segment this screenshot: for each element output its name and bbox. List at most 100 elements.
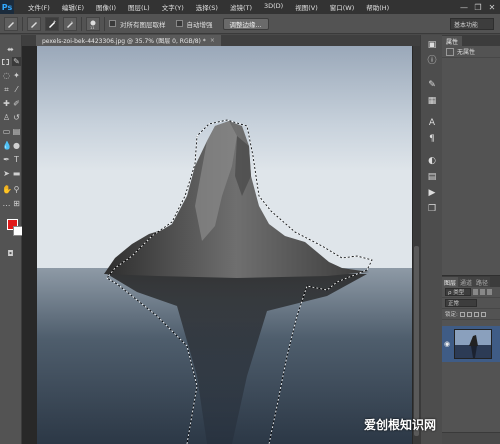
history-brush-tool-icon[interactable]: ↺: [12, 113, 21, 122]
canvas-vertical-scrollbar[interactable]: [413, 46, 420, 444]
auto-enhance-checkbox[interactable]: [175, 20, 183, 27]
eye-icon[interactable]: ◉: [442, 340, 452, 348]
document-tab[interactable]: pexels-zoi-bek-4423306.jpg @ 35.7% (图层 0…: [36, 35, 221, 46]
restore-button[interactable]: ❐: [472, 2, 484, 12]
tab-properties[interactable]: 属性: [442, 36, 463, 46]
menu-file[interactable]: 文件(F): [22, 2, 56, 12]
layer-filter-row: ρ 类型: [442, 287, 500, 298]
lock-all-icon[interactable]: [480, 311, 486, 317]
tools-panel: ⬌ ✎ ◌ ✦ ⌗ ⁄ ✚ ✐ ♙ ↺ ▭ ▤ 💧 ● ✒ T ➤ ▬ ✋ ⚲ …: [0, 35, 23, 444]
type-tool-icon[interactable]: T: [12, 155, 21, 164]
marquee-tool-icon[interactable]: [2, 59, 9, 65]
filter-adjustment-icon[interactable]: [480, 289, 485, 295]
healing-brush-tool-icon[interactable]: ✚: [2, 99, 11, 108]
quick-selection-tool-icon[interactable]: ✎: [12, 57, 21, 66]
dodge-tool-icon[interactable]: ●: [12, 141, 21, 150]
brush-tool-icon[interactable]: ✐: [12, 99, 21, 108]
workspace-select[interactable]: 基本功能: [450, 18, 494, 30]
path-selection-tool-icon[interactable]: ➤: [2, 169, 11, 178]
filter-type-icon[interactable]: [487, 289, 492, 295]
menu-window[interactable]: 窗口(W): [324, 2, 361, 12]
move-tool-icon[interactable]: ⬌: [6, 45, 15, 54]
separator: [22, 16, 23, 31]
quick-selection-preset-button[interactable]: [4, 16, 18, 31]
blend-mode-select[interactable]: 正常: [445, 299, 477, 307]
eraser-tool-icon[interactable]: ▭: [2, 127, 11, 136]
blend-mode-row: 正常: [442, 298, 500, 309]
menu-filter[interactable]: 滤镜(T): [224, 2, 258, 12]
paragraph-panel-icon[interactable]: ¶: [426, 133, 438, 145]
layers-panel-footer: [442, 432, 500, 444]
document-tab-title: pexels-zoi-bek-4423306.jpg @ 35.7% (图层 0…: [42, 38, 206, 45]
crop-tool-icon[interactable]: ⌗: [2, 85, 11, 94]
lasso-tool-icon[interactable]: ◌: [2, 71, 11, 80]
extras-tool-icon[interactable]: ⊞: [12, 199, 21, 208]
zoom-tool-icon[interactable]: ⚲: [12, 185, 21, 194]
menu-type[interactable]: 文字(Y): [156, 2, 190, 12]
adjustments-panel-icon[interactable]: ◐: [426, 155, 438, 167]
brush-panel-icon[interactable]: ✎: [426, 79, 438, 91]
lock-position-icon[interactable]: [473, 311, 479, 317]
refine-edge-button[interactable]: 调整边缘...: [222, 17, 269, 30]
eyedropper-tool-icon[interactable]: ⁄: [12, 85, 21, 94]
blur-tool-icon[interactable]: 💧: [2, 141, 12, 150]
menu-edit[interactable]: 编辑(E): [56, 2, 90, 12]
quick-mask-icon[interactable]: ◘: [6, 249, 15, 258]
menu-layer[interactable]: 图层(L): [122, 2, 156, 12]
brush-size-picker[interactable]: 11: [86, 16, 100, 31]
properties-header: 无属性: [442, 46, 500, 58]
actions-panel-icon[interactable]: ▶: [426, 187, 438, 199]
properties-tabs: 属性: [442, 35, 500, 46]
menu-image[interactable]: 图像(I): [90, 2, 122, 12]
image-canvas[interactable]: [37, 46, 412, 444]
layer-kind-filter[interactable]: ρ 类型: [445, 288, 471, 296]
sample-all-layers-label: 对所有图层取样: [120, 20, 166, 29]
separator: [81, 16, 82, 31]
photoshop-logo: Ps: [0, 0, 14, 14]
menu-help[interactable]: 帮助(H): [360, 2, 395, 12]
window-controls: — ❐ ✕: [458, 0, 498, 14]
layers-panel: 图层 通道 路径 ρ 类型 正常 锁定: ◉: [442, 275, 500, 444]
menu-3d[interactable]: 3D(D): [258, 2, 289, 12]
sample-all-layers-checkbox[interactable]: [109, 20, 116, 27]
info-panel-icon[interactable]: ⓘ: [426, 55, 438, 67]
tab-channels[interactable]: 通道: [458, 277, 475, 287]
gradient-tool-icon[interactable]: ▤: [12, 127, 21, 136]
tab-layers[interactable]: 图层: [442, 277, 459, 287]
lock-image-icon[interactable]: [466, 311, 472, 317]
history-panel-icon[interactable]: ▣: [426, 39, 438, 51]
layer-thumbnail: [454, 329, 492, 359]
styles-panel-icon[interactable]: ▤: [426, 171, 438, 183]
layer-row[interactable]: ◉: [442, 326, 500, 362]
menu-view[interactable]: 视图(V): [289, 2, 324, 12]
minimize-button[interactable]: —: [458, 2, 470, 12]
document-tab-bar: pexels-zoi-bek-4423306.jpg @ 35.7% (图层 0…: [22, 35, 420, 46]
scrollbar-thumb[interactable]: [414, 246, 419, 436]
pen-tool-icon[interactable]: ✒: [2, 155, 11, 164]
lock-row: 锁定:: [442, 309, 500, 320]
character-panel-icon[interactable]: A: [426, 117, 438, 129]
separator: [104, 16, 105, 31]
menu-select[interactable]: 选择(S): [190, 2, 224, 12]
lock-transparency-icon[interactable]: [459, 311, 465, 317]
swatches-panel-icon[interactable]: ▦: [426, 95, 438, 107]
more-tools-icon[interactable]: …: [2, 199, 11, 208]
magic-wand-tool-icon[interactable]: ✦: [12, 71, 21, 80]
watermark-text: 爱创根知识网: [364, 418, 437, 432]
add-selection-brush-icon[interactable]: +: [45, 16, 59, 31]
close-button[interactable]: ✕: [486, 2, 498, 12]
tab-paths[interactable]: 路径: [474, 277, 491, 287]
svg-text:+: +: [53, 19, 56, 24]
no-properties-label: 无属性: [457, 49, 476, 56]
svg-text:11: 11: [90, 26, 94, 29]
filter-pixel-icon[interactable]: [473, 289, 478, 295]
subtract-selection-brush-icon[interactable]: -: [63, 16, 77, 31]
close-document-icon[interactable]: ×: [210, 37, 215, 44]
hand-tool-icon[interactable]: ✋: [2, 185, 12, 194]
new-selection-brush-icon[interactable]: [27, 16, 41, 31]
clone-stamp-tool-icon[interactable]: ♙: [2, 113, 11, 122]
rectangle-tool-icon[interactable]: ▬: [12, 169, 21, 178]
panel-dock: ▣ ⓘ ✎ ▦ A ¶ ◐ ▤ ▶ ❒: [420, 35, 442, 444]
layer-comps-panel-icon[interactable]: ❒: [426, 203, 438, 215]
options-bar: + - 11 对所有图层取样 自动增强 调整边缘... 基本功能: [0, 14, 500, 34]
